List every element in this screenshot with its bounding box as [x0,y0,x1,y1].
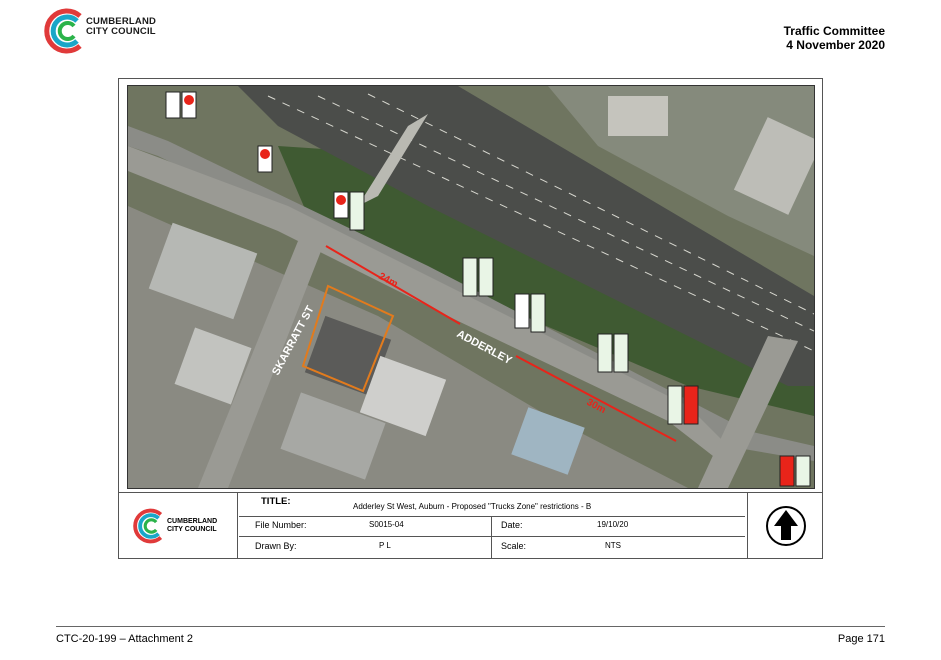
footer-attachment: CTC-20-199 – Attachment 2 [56,633,193,645]
date-value: 19/10/20 [597,520,629,529]
aerial-map: SKARRATT ST ADDERLEY 24m 30m [127,85,815,489]
drawing-frame: SKARRATT ST ADDERLEY 24m 30m CUMBERLAND … [118,78,823,559]
drawn-value: P L [379,541,391,550]
aerial-map-graphic: SKARRATT ST ADDERLEY 24m 30m [128,86,814,488]
footer-page-number: Page 171 [837,633,885,645]
title-block-logo-text: CUMBERLAND CITY COUNCIL [167,518,217,534]
drawn-label: Drawn By: [255,541,297,551]
title-row: TITLE: Adderley St West, Auburn - Propos… [239,493,745,517]
council-logo-icon [44,8,82,54]
file-label: File Number: [255,520,307,530]
file-row: File Number: S0015-04 Date: 19/10/20 [239,516,745,537]
title-block-logo: CUMBERLAND CITY COUNCIL [123,493,238,559]
title-block-grid: TITLE: Adderley St West, Auburn - Propos… [239,493,745,559]
scale-label: Scale: [501,541,527,551]
committee-title: Traffic Committee [783,24,885,38]
drawn-row: Drawn By: P L Scale: NTS [239,536,745,559]
north-arrow [747,493,823,559]
meeting-date: 4 November 2020 [786,38,885,52]
tb-logo-line-2: CITY COUNCIL [167,526,217,533]
page-header: Traffic Committee 4 November 2020 [784,24,885,52]
scale-value: NTS [605,541,621,550]
title-value: Adderley St West, Auburn - Proposed "Tru… [353,502,592,511]
file-value: S0015-04 [369,520,404,529]
title-label: TITLE: [261,496,291,507]
council-logo-icon [133,508,163,544]
council-name: CUMBERLAND CITY COUNCIL [86,17,156,37]
title-block: CUMBERLAND CITY COUNCIL TITLE: Adderley … [119,492,822,559]
logo-line-2: CITY COUNCIL [86,26,156,37]
footer-divider [56,626,885,627]
date-label: Date: [501,520,523,530]
north-arrow-icon [766,506,806,546]
tb-logo-line-1: CUMBERLAND [167,518,218,525]
